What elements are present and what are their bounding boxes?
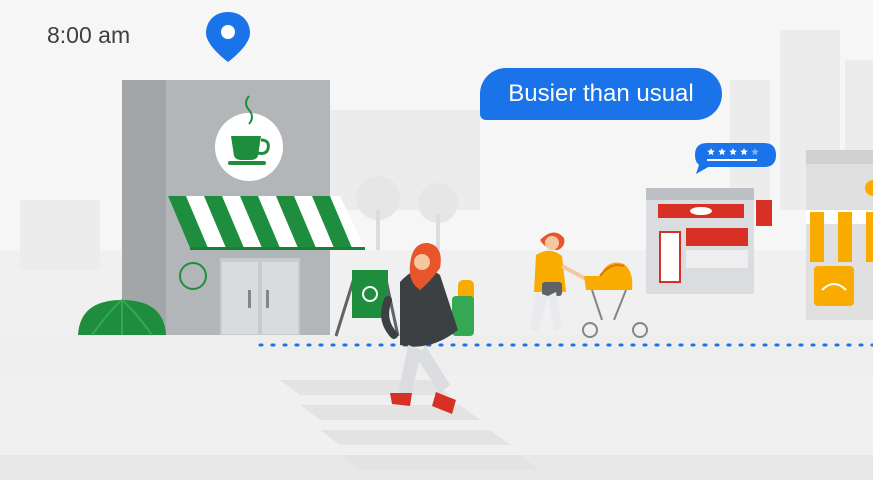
rating-star — [707, 148, 715, 156]
rating-star — [751, 148, 759, 156]
rating-star — [729, 148, 737, 156]
rating-star — [740, 148, 748, 156]
busyness-illustration: 8:00 am Busier than usual — [0, 0, 873, 480]
rating-star — [718, 148, 726, 156]
rating-underline — [707, 159, 757, 161]
star-rating-icon — [707, 148, 759, 161]
